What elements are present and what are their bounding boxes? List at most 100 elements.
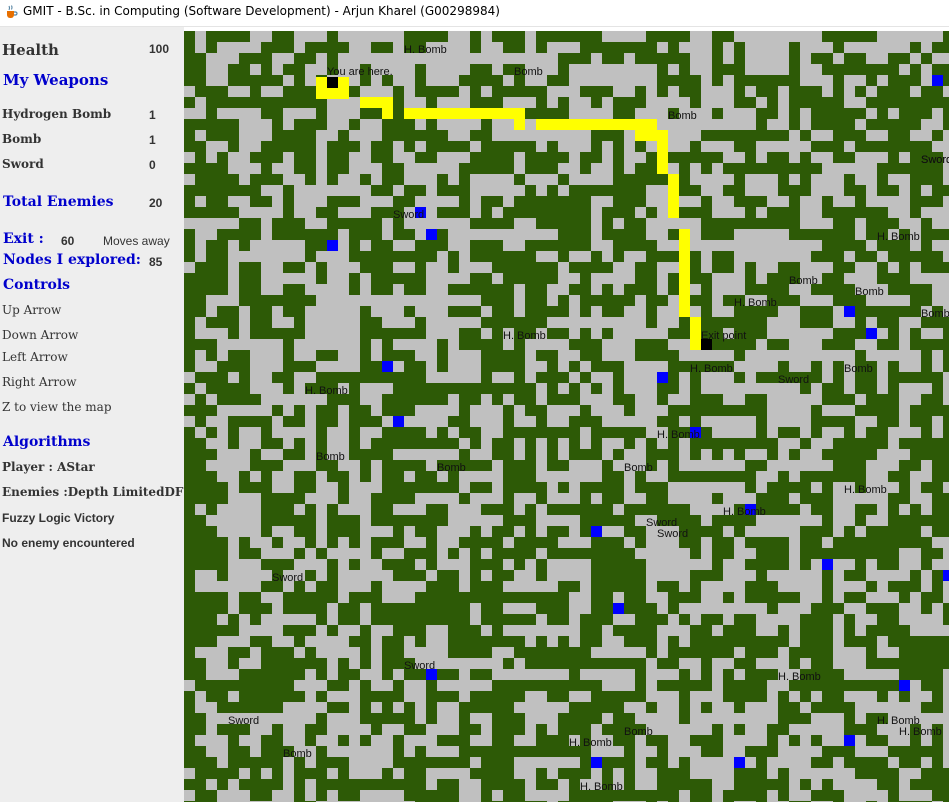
wall-block [371,152,382,163]
wall-block [448,570,459,592]
wall-block [712,647,734,658]
wall-block [393,108,404,119]
wall-block [943,64,949,75]
wall-block [360,251,371,273]
wall-block [734,130,745,141]
wall-block [602,42,613,53]
wall-block [316,372,327,383]
wall-block [855,405,866,416]
wall-block [712,559,723,570]
wall-block [294,317,305,339]
wall-block [844,130,855,141]
wall-block [800,691,811,702]
wall-block [250,152,261,163]
wall-block [294,86,305,97]
wall-block [349,559,360,570]
wall-block [360,174,371,185]
wall-block [393,757,415,768]
wall-block [668,647,701,658]
wall-block [910,416,932,427]
enemy-marker [932,75,943,86]
wall-block [800,559,811,570]
wall-block [294,405,305,416]
wall-block [822,669,833,702]
wall-block [558,691,569,702]
wall-block [503,735,514,768]
wall-block [404,515,415,526]
wall-block [547,691,558,702]
maze-map[interactable]: You are here. Exit point H. Bomb Bomb Bomb Sw… [184,31,949,802]
map-item-label: H. Bomb [580,781,623,793]
wall-block [437,790,448,802]
wall-block [283,416,305,427]
wall-block [547,273,558,284]
wall-block [206,372,217,394]
wall-block [184,691,195,702]
wall-block [635,790,646,801]
wall-block [756,790,767,801]
wall-block [767,746,778,757]
wall-block [734,350,745,361]
exit-label: Exit : [3,231,44,247]
wall-block [866,548,899,559]
maze-canvas[interactable]: You are here. Exit point H. Bomb Bomb Bomb Sw… [184,31,949,802]
wall-block [833,394,844,405]
wall-block [393,482,426,493]
wall-block [921,680,943,691]
wall-block [195,174,206,185]
wall-block [635,636,646,647]
wall-block [228,119,239,152]
wall-block [646,493,657,515]
wall-block [811,53,822,64]
wall-block [206,262,228,273]
wall-block [547,647,558,658]
wall-block [844,746,855,757]
wall-block [811,647,833,658]
wall-block [943,75,949,86]
wall-block [602,537,624,548]
wall-block [690,449,701,460]
wall-block [789,735,800,746]
wall-block [602,592,613,603]
wall-block [228,31,239,42]
wall-block [811,537,822,559]
wall-block [404,394,415,405]
wall-block [855,438,866,449]
wall-block [393,779,404,790]
wall-block [514,196,525,207]
wall-block [459,735,470,757]
wall-block [778,427,800,438]
wall-block [899,757,910,768]
wall-block [591,350,602,361]
wall-block [690,141,701,163]
wall-block [558,482,569,493]
wall-block [657,658,679,669]
wall-block [646,449,668,460]
wall-block [316,350,327,361]
wall-block [217,779,228,790]
wall-block [822,416,833,427]
wall-block [844,207,855,218]
wall-block [943,603,949,625]
wall-block [228,350,239,361]
wall-block [712,152,723,163]
wall-block [844,119,855,130]
wall-block [712,449,723,460]
wall-block [789,108,800,119]
wall-block [745,460,756,471]
wall-block [382,405,393,416]
wall-block [899,284,921,295]
wall-block [184,658,195,669]
wall-block [734,691,745,713]
wall-block [184,559,195,570]
wall-block [866,75,877,86]
wall-block [888,581,899,592]
wall-block [536,559,547,570]
wall-block [613,306,624,317]
wall-block [195,207,206,218]
wall-block [459,196,470,207]
wall-block [349,119,360,130]
wall-block [426,152,437,163]
wall-block [448,757,470,768]
wall-block [349,251,360,262]
